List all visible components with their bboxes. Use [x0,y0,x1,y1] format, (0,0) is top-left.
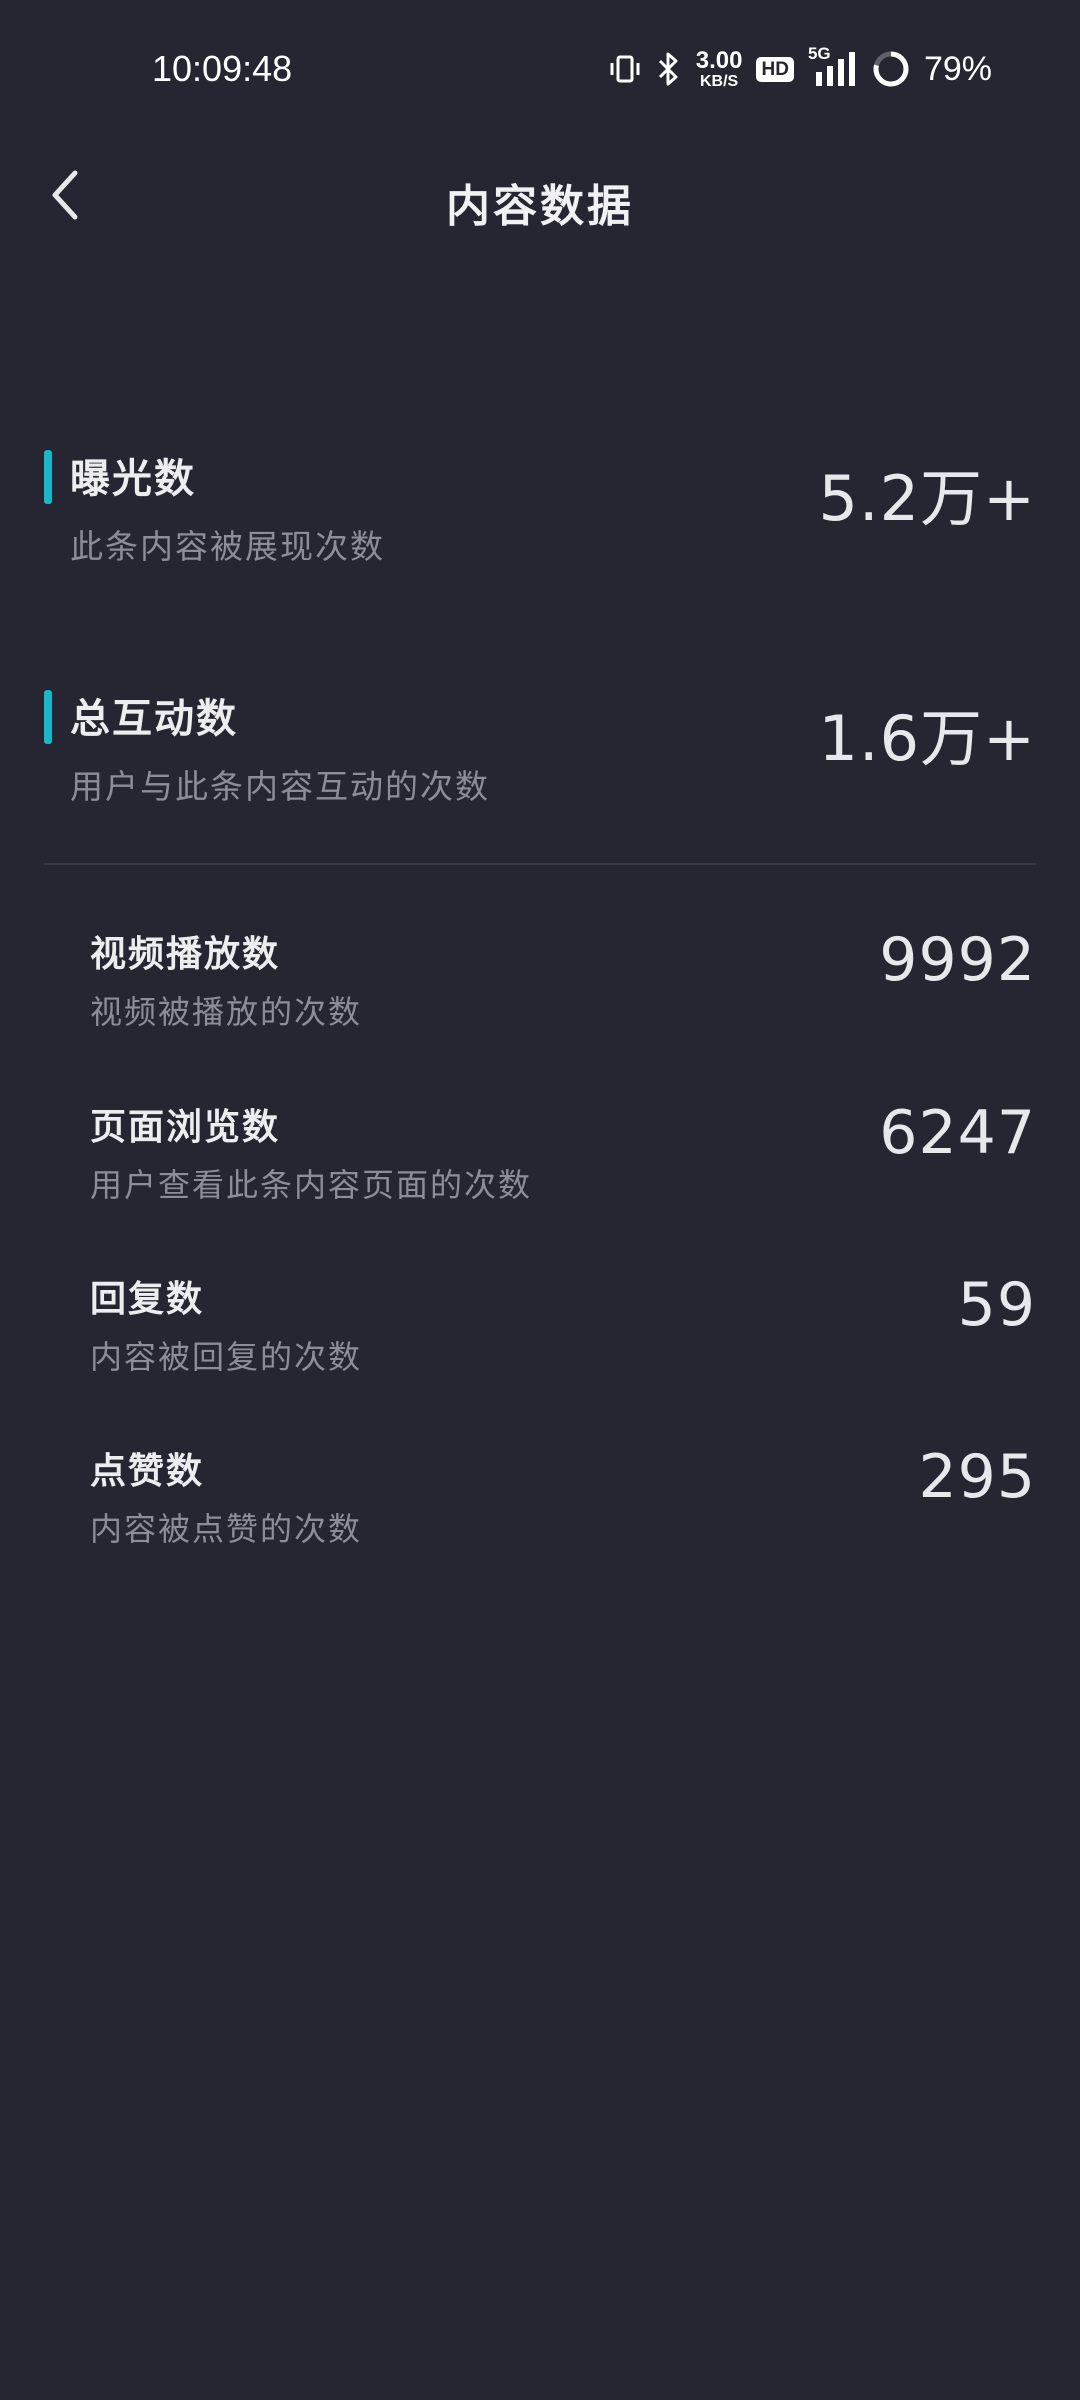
metric-title: 视频播放数 [90,934,281,975]
metric-description: 内容被点赞的次数 [90,1510,363,1548]
network-speed-value: 3.00 [695,46,743,74]
metric-video-plays: 视频播放数 视频被播放的次数 9992 [0,925,1080,1035]
accent-bar [44,690,52,744]
battery-ring-icon [873,51,909,87]
page-header: 内容数据 [0,140,1080,250]
metric-value: 1.6万+ [818,702,1036,775]
metric-description: 此条内容被展现次数 [70,527,385,566]
metric-total-interactions: 总互动数 用户与此条内容互动的次数 1.6万+ [0,686,1080,806]
metric-value: 59 [957,1270,1036,1340]
metric-title: 页面浏览数 [90,1107,281,1148]
metric-title: 总互动数 [70,696,238,742]
status-time: 10:09:48 [152,48,293,89]
metric-replies: 回复数 内容被回复的次数 59 [0,1270,1080,1380]
bluetooth-icon [658,52,678,86]
metric-value: 9992 [879,925,1036,995]
metric-value: 5.2万+ [818,462,1036,535]
metric-description: 用户查看此条内容页面的次数 [90,1166,533,1204]
metric-value: 6247 [879,1098,1036,1168]
metric-page-views: 页面浏览数 用户查看此条内容页面的次数 6247 [0,1098,1080,1208]
section-divider [44,863,1036,865]
hd-badge: HD [756,56,794,82]
status-icons: 3.00 KB/S HD 5G 79% [608,44,992,94]
network-speed: 3.00 KB/S [695,46,743,90]
metric-description: 视频被播放的次数 [90,993,363,1031]
metric-title: 曝光数 [70,456,196,502]
signal-strength: 5G [808,44,858,88]
metric-description: 内容被回复的次数 [90,1338,363,1376]
vibrate-icon [610,55,640,83]
metric-likes: 点赞数 内容被点赞的次数 295 [0,1442,1080,1552]
metric-title: 点赞数 [90,1451,205,1492]
battery-percentage: 79% [923,49,992,88]
accent-bar [44,450,52,504]
status-bar: 10:09:48 3.00 KB/S HD 5G 79% [0,0,1080,140]
network-speed-unit: KB/S [700,72,739,90]
metric-value: 295 [918,1442,1036,1512]
page-title: 内容数据 [446,181,634,232]
metric-title: 回复数 [90,1279,205,1320]
metric-description: 用户与此条内容互动的次数 [70,767,490,806]
signal-icon [815,52,855,86]
metric-exposure: 曝光数 此条内容被展现次数 5.2万+ [0,446,1080,566]
